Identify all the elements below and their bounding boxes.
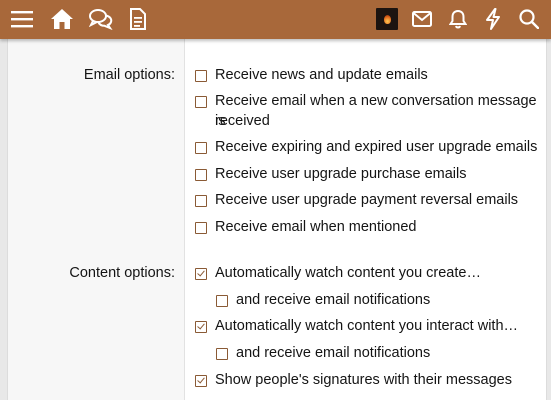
option-watch-interacted-email[interactable]: and receive email notifications — [236, 343, 430, 363]
option-conversation-emails-cont[interactable]: received — [215, 111, 270, 131]
home-icon[interactable] — [50, 7, 74, 31]
document-icon[interactable] — [126, 7, 150, 31]
lightning-icon[interactable] — [481, 7, 505, 31]
user-avatar[interactable] — [376, 8, 398, 30]
checkbox-conversation-emails[interactable] — [195, 96, 207, 108]
content-options-label: Content options: — [69, 265, 175, 281]
option-watch-interacted[interactable]: Automatically watch content you interact… — [215, 316, 518, 336]
top-navigation-bar — [0, 0, 551, 39]
option-payment-reversal-emails[interactable]: Receive user upgrade payment reversal em… — [215, 190, 518, 210]
bell-icon[interactable] — [446, 7, 470, 31]
option-news-emails[interactable]: Receive news and update emails — [215, 65, 428, 85]
email-options-label: Email options: — [83, 67, 175, 83]
menu-icon[interactable] — [10, 7, 34, 31]
option-mention-emails[interactable]: Receive email when mentioned — [215, 217, 417, 237]
option-show-signatures[interactable]: Show people's signatures with their mess… — [215, 370, 512, 390]
preferences-panel: Email options: Receive news and update e… — [7, 39, 547, 400]
checkbox-watch-created-email[interactable] — [216, 295, 228, 307]
checkbox-watch-interacted-email[interactable] — [216, 348, 228, 360]
option-upgrade-purchase-emails[interactable]: Receive user upgrade purchase emails — [215, 164, 466, 184]
checkbox-news-emails[interactable] — [195, 70, 207, 82]
checkbox-upgrade-expiry-emails[interactable] — [195, 142, 207, 154]
checkbox-upgrade-purchase-emails[interactable] — [195, 169, 207, 181]
option-watch-created[interactable]: Automatically watch content you create… — [215, 263, 481, 283]
checkbox-watch-interacted[interactable] — [195, 321, 207, 333]
conversations-icon[interactable] — [89, 7, 113, 31]
checkbox-mention-emails[interactable] — [195, 222, 207, 234]
search-icon[interactable] — [517, 7, 541, 31]
option-watch-created-email[interactable]: and receive email notifications — [236, 290, 430, 310]
checkbox-payment-reversal-emails[interactable] — [195, 195, 207, 207]
option-upgrade-expiry-emails[interactable]: Receive expiring and expired user upgrad… — [215, 137, 537, 157]
label-column — [8, 39, 185, 400]
mail-icon[interactable] — [410, 7, 434, 31]
flame-logo-icon — [383, 14, 391, 24]
checkbox-show-signatures[interactable] — [195, 375, 207, 387]
checkbox-watch-created[interactable] — [195, 268, 207, 280]
